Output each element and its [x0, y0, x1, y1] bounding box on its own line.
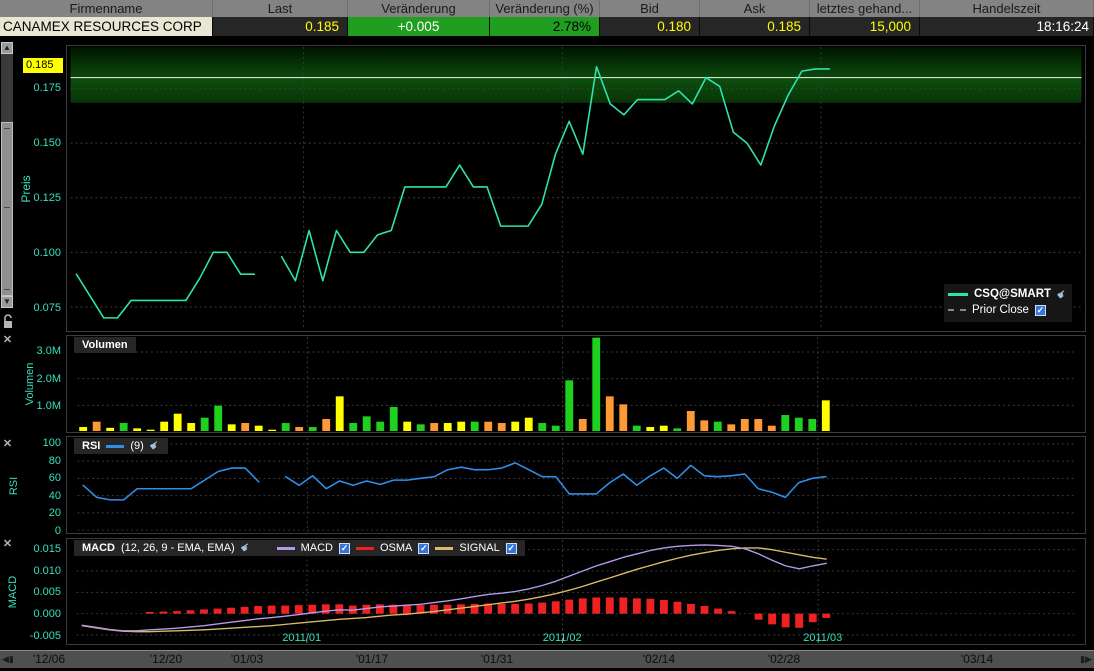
macd-series-checkbox[interactable]: ✓: [339, 543, 350, 554]
trading-chart-window: Firmenname Last Veränderung Veränderung …: [0, 0, 1094, 671]
macd-params-text: (12, 26, 9 - EMA, EMA): [121, 540, 235, 556]
rsi-axis-tick: 100: [3, 437, 61, 449]
prior-close-checkbox[interactable]: ✓: [1035, 305, 1046, 316]
signal-series-checkbox[interactable]: ✓: [506, 543, 517, 554]
last-price-cell[interactable]: 0.185: [213, 17, 348, 36]
drag-hand-icon[interactable]: ☛: [1054, 286, 1070, 302]
prior-close-legend-label: Prior Close: [972, 304, 1029, 316]
rsi-axis-tick: 80: [3, 455, 61, 467]
rsi-axis-label: RSI: [8, 466, 20, 506]
quote-row: CANAMEX RESOURCES CORP 0.185 +0.005 2.78…: [0, 17, 1094, 36]
time-axis-label: '02/28: [768, 652, 800, 666]
time-axis-right-arrow[interactable]: ▮▶: [1076, 653, 1092, 666]
drag-hand-icon[interactable]: ☛: [146, 437, 163, 456]
quote-header-row: Firmenname Last Veränderung Veränderung …: [0, 0, 1094, 17]
change-cell[interactable]: +0.005: [348, 17, 490, 36]
macd-panel-header: MACD (12, 26, 9 - EMA, EMA) ☛ MACD ✓ OSM…: [74, 540, 525, 556]
column-header-change-pct[interactable]: Veränderung (%): [490, 0, 600, 17]
volume-panel-title: Volumen: [74, 337, 136, 353]
current-price-marker: 0.185: [23, 58, 63, 73]
price-axis-tick: 0.175: [3, 82, 61, 94]
time-axis-label: '03/14: [961, 652, 993, 666]
macd-axis-tick: -0.005: [3, 630, 61, 642]
time-axis-left-arrow[interactable]: ◀▮: [2, 653, 18, 666]
rsi-chart[interactable]: [66, 436, 1086, 534]
price-chart[interactable]: [66, 45, 1086, 332]
column-header-bid[interactable]: Bid: [600, 0, 700, 17]
time-axis-label: '01/03: [231, 652, 263, 666]
last-size-cell[interactable]: 15,000: [810, 17, 920, 36]
time-axis-label: '02/14: [643, 652, 675, 666]
signal-legend-label: SIGNAL: [459, 540, 499, 556]
trade-time-cell[interactable]: 18:16:24: [920, 17, 1094, 36]
rsi-axis-tick: 0: [3, 525, 61, 537]
change-pct-cell[interactable]: 2.78%: [490, 17, 600, 36]
column-header-last-size[interactable]: letztes gehand...: [810, 0, 920, 17]
macd-axis-tick: 0.015: [3, 543, 61, 555]
price-axis-label: Preis: [19, 159, 33, 219]
column-header-trade-time[interactable]: Handelszeit: [920, 0, 1094, 17]
time-axis-label: '12/06: [33, 652, 65, 666]
column-header-last[interactable]: Last: [213, 0, 348, 17]
series-line-sample: [948, 293, 968, 296]
rsi-title-text: RSI: [82, 438, 100, 454]
volume-title-text: Volumen: [82, 337, 128, 353]
time-axis-label: '12/20: [150, 652, 182, 666]
column-header-ask[interactable]: Ask: [700, 0, 810, 17]
price-axis-tick: 0.100: [3, 247, 61, 259]
signal-line-sample: [435, 547, 453, 550]
macd-line-sample: [277, 547, 295, 550]
month-axis-label: 2011/01: [282, 632, 321, 644]
macd-axis-label: MACD: [7, 567, 19, 617]
prior-close-line-sample: [948, 309, 966, 311]
macd-legend-label: MACD: [301, 540, 333, 556]
price-axis-tick: 0.075: [3, 302, 61, 314]
drag-hand-icon[interactable]: ☛: [237, 539, 254, 558]
rsi-line-sample: [106, 445, 124, 448]
volume-chart[interactable]: [66, 335, 1086, 433]
time-axis-scrollbar[interactable]: ◀▮ ▮▶ '12/06 '12/20 '01/03 '01/17 '01/31 '02/…: [0, 650, 1094, 668]
ask-cell[interactable]: 0.185: [700, 17, 810, 36]
time-axis-label: '01/17: [356, 652, 388, 666]
bid-cell[interactable]: 0.180: [600, 17, 700, 36]
price-chart-legend: CSQ@SMART ☛ Prior Close ✓: [944, 284, 1072, 322]
osma-series-checkbox[interactable]: ✓: [418, 543, 429, 554]
column-header-firmenname[interactable]: Firmenname: [0, 0, 213, 17]
time-axis-label: '01/31: [481, 652, 513, 666]
price-axis-tick: 0.150: [3, 137, 61, 149]
volume-axis-label: Volumen: [24, 354, 36, 414]
month-axis-label: 2011/03: [803, 632, 842, 644]
macd-title-text: MACD: [82, 540, 115, 556]
osma-legend-label: OSMA: [380, 540, 412, 556]
company-name-cell[interactable]: CANAMEX RESOURCES CORP: [0, 17, 213, 36]
column-header-change[interactable]: Veränderung: [348, 0, 490, 17]
osma-line-sample: [356, 547, 374, 550]
rsi-panel-header: RSI (9) ☛: [74, 438, 168, 454]
month-axis-label: 2011/02: [543, 632, 582, 644]
y-axis-gutter: 0.0750.1000.1250.1500.1751.0M2.0M3.0M020…: [0, 40, 64, 648]
rsi-params-text: (9): [130, 438, 143, 454]
series-legend-label: CSQ@SMART: [974, 288, 1051, 300]
rsi-axis-tick: 20: [3, 507, 61, 519]
